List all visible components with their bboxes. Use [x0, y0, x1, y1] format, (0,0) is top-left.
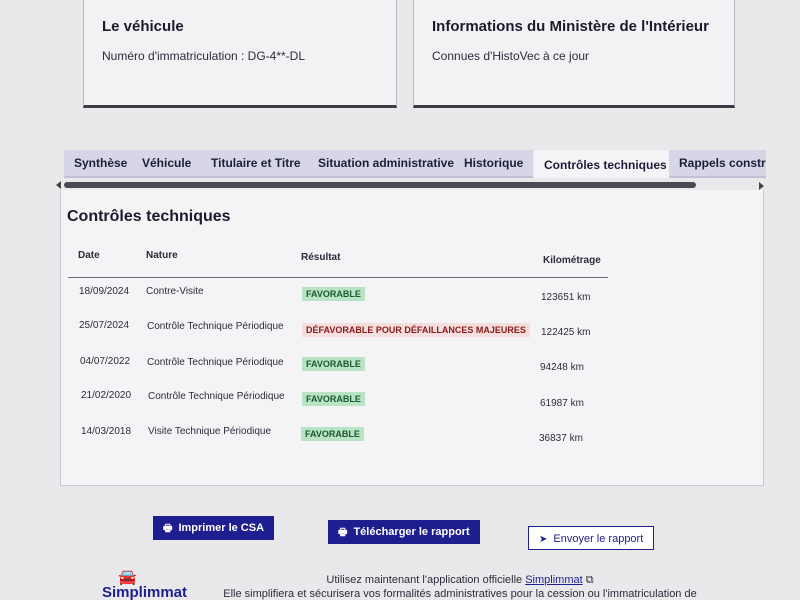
- tab-titulaire-titre[interactable]: Titulaire et Titre: [201, 150, 311, 178]
- row-date: 21/02/2020: [81, 390, 132, 401]
- download-report-button[interactable]: 🖶 Télécharger le rapport: [328, 520, 480, 544]
- row-mileage: 36837 km: [539, 433, 583, 444]
- tab-vehicule[interactable]: Véhicule: [132, 150, 202, 178]
- footer-text: Utilisez maintenant l'application offici…: [180, 573, 740, 600]
- row-mileage: 122425 km: [541, 327, 591, 338]
- footer-line-1: Utilisez maintenant l'application offici…: [180, 573, 740, 587]
- column-header-date: Date: [78, 250, 100, 261]
- tab-situation-administrative[interactable]: Situation administrative: [308, 150, 465, 178]
- row-date: 14/03/2018: [81, 426, 132, 437]
- printer-icon: 🖶: [163, 523, 173, 534]
- tab-controles-techniques[interactable]: Contrôles techniques: [534, 150, 677, 178]
- row-nature: Contrôle Technique Périodique: [147, 321, 284, 332]
- row-mileage: 94248 km: [540, 362, 584, 373]
- status-badge: DÉFAVORABLE POUR DÉFAILLANCES MAJEURES: [302, 323, 530, 337]
- simplimmat-link[interactable]: Simplimmat: [525, 574, 582, 586]
- table-header-divider: [68, 277, 608, 278]
- send-arrow-icon: ➤: [539, 534, 548, 545]
- row-nature: Visite Technique Périodique: [148, 426, 272, 437]
- column-header-mileage: Kilométrage: [543, 255, 601, 266]
- external-link-icon: ⧉: [585, 574, 594, 586]
- controles-panel: Contrôles techniques Date Nature Résulta…: [60, 190, 764, 486]
- scroll-thumb[interactable]: [64, 182, 696, 188]
- tab-rappels-constructeur[interactable]: Rappels constructeur: [669, 150, 766, 178]
- row-mileage: 61987 km: [540, 398, 584, 409]
- footer-line-2: Elle simplifiera et sécurisera vos forma…: [223, 588, 697, 600]
- download-report-label: Télécharger le rapport: [353, 526, 470, 538]
- printer-icon: 🖶: [338, 527, 348, 538]
- scroll-right-arrow-icon[interactable]: [759, 182, 764, 190]
- send-report-label: Envoyer le rapport: [553, 533, 644, 545]
- vehicle-card-title: Le véhicule: [102, 18, 184, 35]
- status-badge: FAVORABLE: [302, 287, 365, 301]
- scroll-left-arrow-icon[interactable]: [56, 181, 61, 189]
- column-header-result: Résultat: [301, 252, 341, 263]
- row-nature: Contrôle Technique Périodique: [148, 391, 285, 402]
- vehicle-plate: Numéro d'immatriculation : DG-4**-DL: [102, 49, 306, 63]
- column-header-nature: Nature: [146, 250, 178, 261]
- vehicle-card: Le véhicule Numéro d'immatriculation : D…: [83, 0, 397, 108]
- tab-historique[interactable]: Historique: [454, 150, 534, 178]
- tab-synthese[interactable]: Synthèse: [64, 150, 138, 178]
- status-badge: FAVORABLE: [302, 357, 365, 371]
- print-csa-label: Imprimer le CSA: [178, 522, 265, 534]
- status-badge: FAVORABLE: [301, 427, 364, 441]
- print-csa-button[interactable]: 🖶 Imprimer le CSA: [153, 516, 275, 540]
- section-title: Contrôles techniques: [67, 208, 231, 225]
- row-mileage: 123651 km: [541, 292, 591, 303]
- tabs-scrollbar[interactable]: [56, 181, 764, 190]
- simplimmat-brand: Simplimmat: [102, 584, 188, 600]
- row-nature: Contre-Visite: [146, 286, 204, 297]
- ministry-card: Informations du Ministère de l'Intérieur…: [413, 0, 735, 108]
- tab-bar: Synthèse Véhicule Titulaire et Titre Sit…: [62, 150, 766, 180]
- row-date: 04/07/2022: [80, 356, 131, 367]
- ministry-card-title: Informations du Ministère de l'Intérieur: [432, 18, 709, 35]
- send-report-button[interactable]: ➤ Envoyer le rapport: [528, 526, 655, 550]
- row-date: 25/07/2024: [79, 320, 130, 331]
- status-badge: FAVORABLE: [302, 392, 365, 406]
- footer-line-1-prefix: Utilisez maintenant l'application offici…: [326, 574, 526, 586]
- row-nature: Contrôle Technique Périodique: [147, 357, 284, 368]
- ministry-card-subtitle: Connues d'HistoVec à ce jour: [432, 49, 590, 63]
- row-date: 18/09/2024: [79, 286, 130, 297]
